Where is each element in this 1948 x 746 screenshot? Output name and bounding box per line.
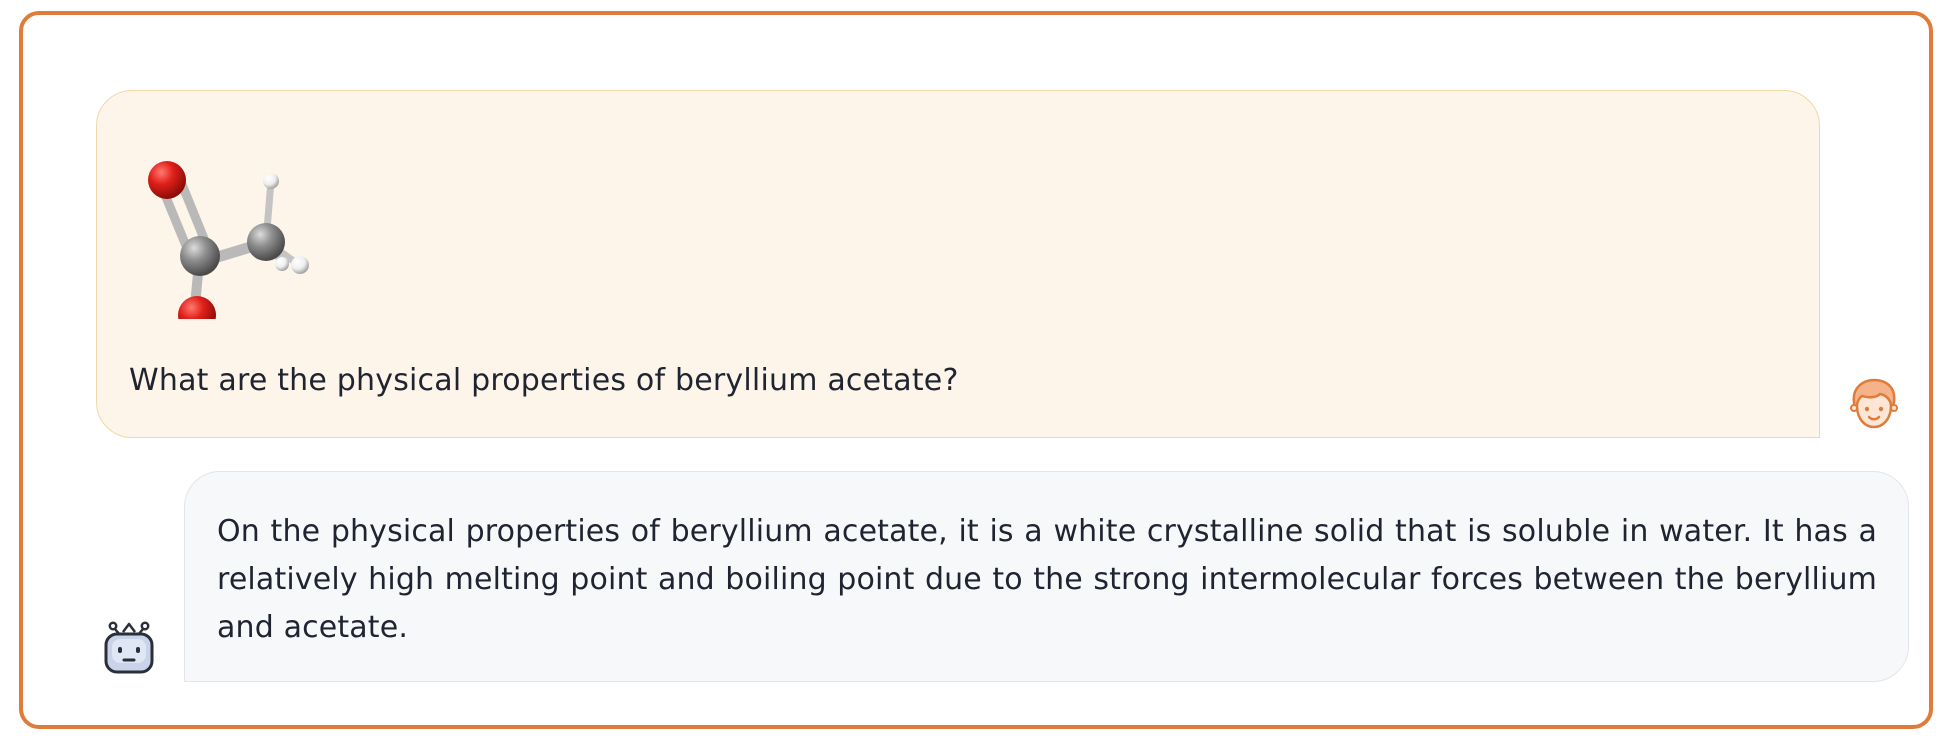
assistant-message-text: On the physical properties of beryllium … <box>217 514 1877 645</box>
robot-icon <box>104 621 154 674</box>
chat-frame: What are the physical properties of bery… <box>19 11 1933 729</box>
assistant-message-bubble: On the physical properties of beryllium … <box>184 471 1909 682</box>
user-face-icon <box>1850 378 1898 429</box>
acetic-acid-molecule-icon <box>148 161 309 319</box>
user-message-bubble: What are the physical properties of bery… <box>96 90 1820 438</box>
user-message-text: What are the physical properties of bery… <box>129 363 959 398</box>
